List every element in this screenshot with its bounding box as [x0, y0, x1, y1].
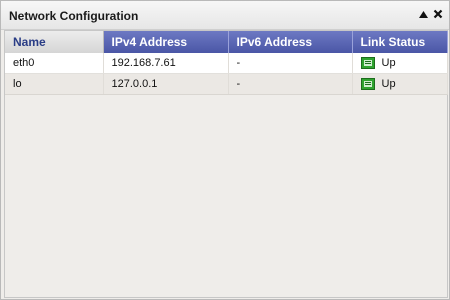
panel-title: Network Configuration: [9, 9, 139, 23]
network-link-icon: [360, 78, 375, 90]
panel-titlebar: Network Configuration: [1, 1, 449, 30]
network-table: Name IPv4 Address IPv6 Address Link Stat…: [5, 31, 448, 95]
cell-name: eth0: [5, 53, 104, 74]
column-header-ipv6[interactable]: IPv6 Address: [228, 31, 353, 53]
column-header-link-status[interactable]: Link Status: [352, 31, 448, 53]
column-header-name[interactable]: Name: [5, 31, 104, 53]
link-status-text: Up: [381, 78, 396, 90]
cell-link-status: Up: [352, 73, 448, 95]
table-row[interactable]: lo 127.0.0.1 - Up: [5, 73, 448, 95]
table-header-row: Name IPv4 Address IPv6 Address Link Stat…: [5, 31, 448, 53]
collapse-up-icon[interactable]: [417, 8, 429, 20]
cell-ipv4: 192.168.7.61: [103, 53, 229, 74]
cell-ipv6: -: [228, 53, 353, 74]
cell-name: lo: [5, 73, 104, 95]
cell-ipv6: -: [228, 73, 353, 95]
network-configuration-panel: Network Configuration Name IPv4 Address: [0, 0, 450, 300]
table-row[interactable]: eth0 192.168.7.61 - Up: [5, 53, 448, 74]
link-status-text: Up: [381, 57, 396, 69]
column-header-ipv4[interactable]: IPv4 Address: [103, 31, 229, 53]
close-icon[interactable]: [432, 8, 444, 20]
cell-link-status: Up: [352, 53, 448, 74]
network-link-icon: [360, 57, 375, 69]
network-table-area: Name IPv4 Address IPv6 Address Link Stat…: [4, 30, 448, 298]
cell-ipv4: 127.0.0.1: [103, 73, 229, 95]
